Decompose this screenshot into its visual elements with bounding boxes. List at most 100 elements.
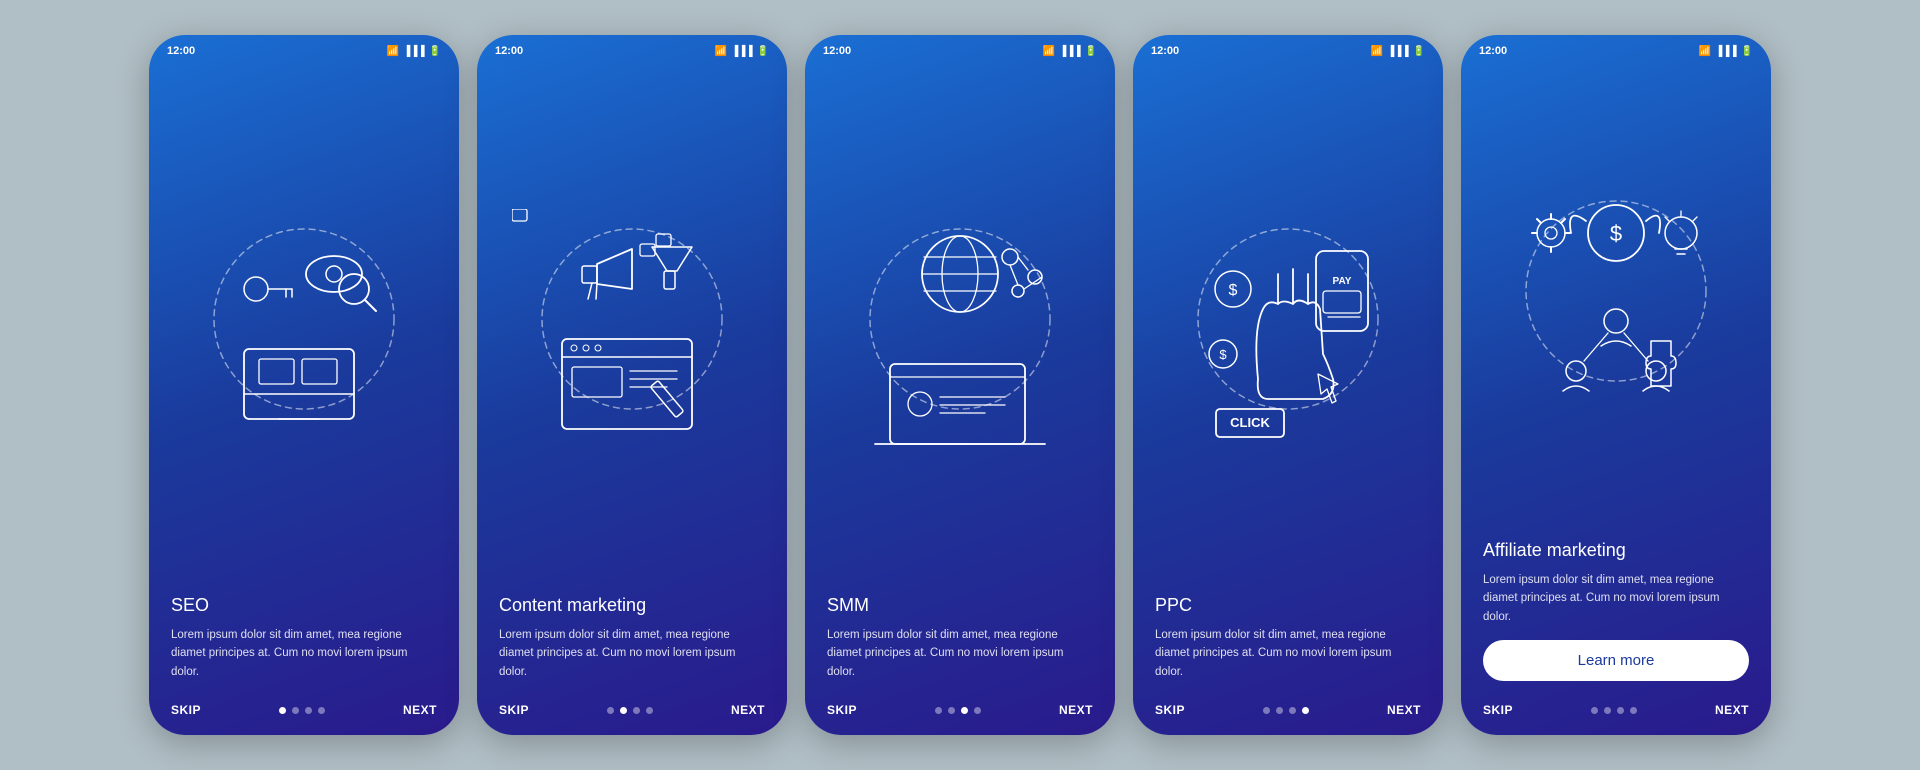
dot-2 xyxy=(948,707,955,714)
dot-4 xyxy=(1302,707,1309,714)
status-bar-seo: 12:00 📶 ▐▐▐ 🔋 xyxy=(149,35,459,63)
ppc-content: PPC Lorem ipsum dolor sit dim amet, mea … xyxy=(1133,595,1443,695)
dot-3 xyxy=(961,707,968,714)
dot-4 xyxy=(1630,707,1637,714)
seo-illustration xyxy=(149,63,459,595)
battery-icon: 🔋 xyxy=(757,46,769,57)
time-ppc: 12:00 xyxy=(1151,45,1179,57)
dot-4 xyxy=(318,707,325,714)
ppc-icon: PAY $ $ CLICK xyxy=(1168,209,1408,449)
content-icon xyxy=(512,209,752,449)
phone-affiliate: 12:00 📶 ▐▐▐ 🔋 $ xyxy=(1461,35,1771,735)
time-affiliate: 12:00 xyxy=(1479,45,1507,57)
content-next[interactable]: NEXT xyxy=(731,703,765,717)
seo-next[interactable]: NEXT xyxy=(403,703,437,717)
ppc-dots xyxy=(1263,707,1309,714)
seo-title: SEO xyxy=(171,595,437,616)
seo-content: SEO Lorem ipsum dolor sit dim amet, mea … xyxy=(149,595,459,695)
smm-skip[interactable]: SKIP xyxy=(827,703,857,717)
dot-3 xyxy=(305,707,312,714)
signal-icon: ▐▐▐ xyxy=(1715,46,1736,57)
dot-2 xyxy=(292,707,299,714)
smm-desc: Lorem ipsum dolor sit dim amet, mea regi… xyxy=(827,626,1093,681)
seo-desc: Lorem ipsum dolor sit dim amet, mea regi… xyxy=(171,626,437,681)
dot-3 xyxy=(1289,707,1296,714)
smm-title: SMM xyxy=(827,595,1093,616)
ppc-bottom-nav: SKIP NEXT xyxy=(1133,695,1443,735)
smm-bottom-nav: SKIP NEXT xyxy=(805,695,1115,735)
time-smm: 12:00 xyxy=(823,45,851,57)
dot-4 xyxy=(974,707,981,714)
status-bar-affiliate: 12:00 📶 ▐▐▐ 🔋 xyxy=(1461,35,1771,63)
affiliate-title: Affiliate marketing xyxy=(1483,540,1749,561)
time-seo: 12:00 xyxy=(167,45,195,57)
wifi-icon: 📶 xyxy=(1371,46,1383,57)
affiliate-icon: $ xyxy=(1496,181,1736,421)
wifi-icon: 📶 xyxy=(1699,46,1711,57)
dot-4 xyxy=(646,707,653,714)
svg-text:$: $ xyxy=(1229,282,1238,299)
status-bar-smm: 12:00 📶 ▐▐▐ 🔋 xyxy=(805,35,1115,63)
affiliate-skip[interactable]: SKIP xyxy=(1483,703,1513,717)
affiliate-next[interactable]: NEXT xyxy=(1715,703,1749,717)
battery-icon: 🔋 xyxy=(1085,46,1097,57)
affiliate-bottom-nav: SKIP NEXT xyxy=(1461,695,1771,735)
dot-1 xyxy=(607,707,614,714)
battery-icon: 🔋 xyxy=(1413,46,1425,57)
dot-2 xyxy=(1604,707,1611,714)
affiliate-content: Affiliate marketing Lorem ipsum dolor si… xyxy=(1461,540,1771,695)
smm-next[interactable]: NEXT xyxy=(1059,703,1093,717)
svg-text:$: $ xyxy=(1219,347,1227,362)
time-content: 12:00 xyxy=(495,45,523,57)
smm-illustration xyxy=(805,63,1115,595)
status-bar-content: 12:00 📶 ▐▐▐ 🔋 xyxy=(477,35,787,63)
phone-seo: 12:00 📶 ▐▐▐ 🔋 xyxy=(149,35,459,735)
ppc-skip[interactable]: SKIP xyxy=(1155,703,1185,717)
content-skip[interactable]: SKIP xyxy=(499,703,529,717)
signal-icon: ▐▐▐ xyxy=(1387,46,1408,57)
dot-1 xyxy=(1591,707,1598,714)
wifi-icon: 📶 xyxy=(1043,46,1055,57)
seo-dots xyxy=(279,707,325,714)
dot-2 xyxy=(1276,707,1283,714)
ppc-title: PPC xyxy=(1155,595,1421,616)
dot-2 xyxy=(620,707,627,714)
learn-more-button[interactable]: Learn more xyxy=(1483,640,1749,681)
ppc-desc: Lorem ipsum dolor sit dim amet, mea regi… xyxy=(1155,626,1421,681)
smm-icon xyxy=(840,209,1080,449)
smm-dots xyxy=(935,707,981,714)
dot-1 xyxy=(1263,707,1270,714)
wifi-icon: 📶 xyxy=(387,46,399,57)
affiliate-illustration: $ xyxy=(1461,63,1771,540)
status-icons-content: 📶 ▐▐▐ 🔋 xyxy=(715,46,769,57)
status-icons-seo: 📶 ▐▐▐ 🔋 xyxy=(387,46,441,57)
content-marketing-title: Content marketing xyxy=(499,595,765,616)
ppc-illustration: PAY $ $ CLICK xyxy=(1133,63,1443,595)
dot-1 xyxy=(279,707,286,714)
content-illustration xyxy=(477,63,787,595)
content-marketing-content: Content marketing Lorem ipsum dolor sit … xyxy=(477,595,787,695)
svg-text:PAY: PAY xyxy=(1333,276,1352,287)
battery-icon: 🔋 xyxy=(1741,46,1753,57)
signal-icon: ▐▐▐ xyxy=(403,46,424,57)
ppc-next[interactable]: NEXT xyxy=(1387,703,1421,717)
dot-3 xyxy=(1617,707,1624,714)
svg-text:CLICK: CLICK xyxy=(1230,415,1270,430)
seo-skip[interactable]: SKIP xyxy=(171,703,201,717)
phones-container: 12:00 📶 ▐▐▐ 🔋 xyxy=(149,35,1771,735)
seo-bottom-nav: SKIP NEXT xyxy=(149,695,459,735)
phone-content-marketing: 12:00 📶 ▐▐▐ 🔋 xyxy=(477,35,787,735)
content-bottom-nav: SKIP NEXT xyxy=(477,695,787,735)
phone-smm: 12:00 📶 ▐▐▐ 🔋 xyxy=(805,35,1115,735)
battery-icon: 🔋 xyxy=(429,46,441,57)
dot-3 xyxy=(633,707,640,714)
status-icons-smm: 📶 ▐▐▐ 🔋 xyxy=(1043,46,1097,57)
seo-icon xyxy=(184,209,424,449)
svg-text:$: $ xyxy=(1610,221,1622,246)
signal-icon: ▐▐▐ xyxy=(731,46,752,57)
status-icons-affiliate: 📶 ▐▐▐ 🔋 xyxy=(1699,46,1753,57)
phone-ppc: 12:00 📶 ▐▐▐ 🔋 PAY xyxy=(1133,35,1443,735)
smm-content: SMM Lorem ipsum dolor sit dim amet, mea … xyxy=(805,595,1115,695)
wifi-icon: 📶 xyxy=(715,46,727,57)
dot-1 xyxy=(935,707,942,714)
